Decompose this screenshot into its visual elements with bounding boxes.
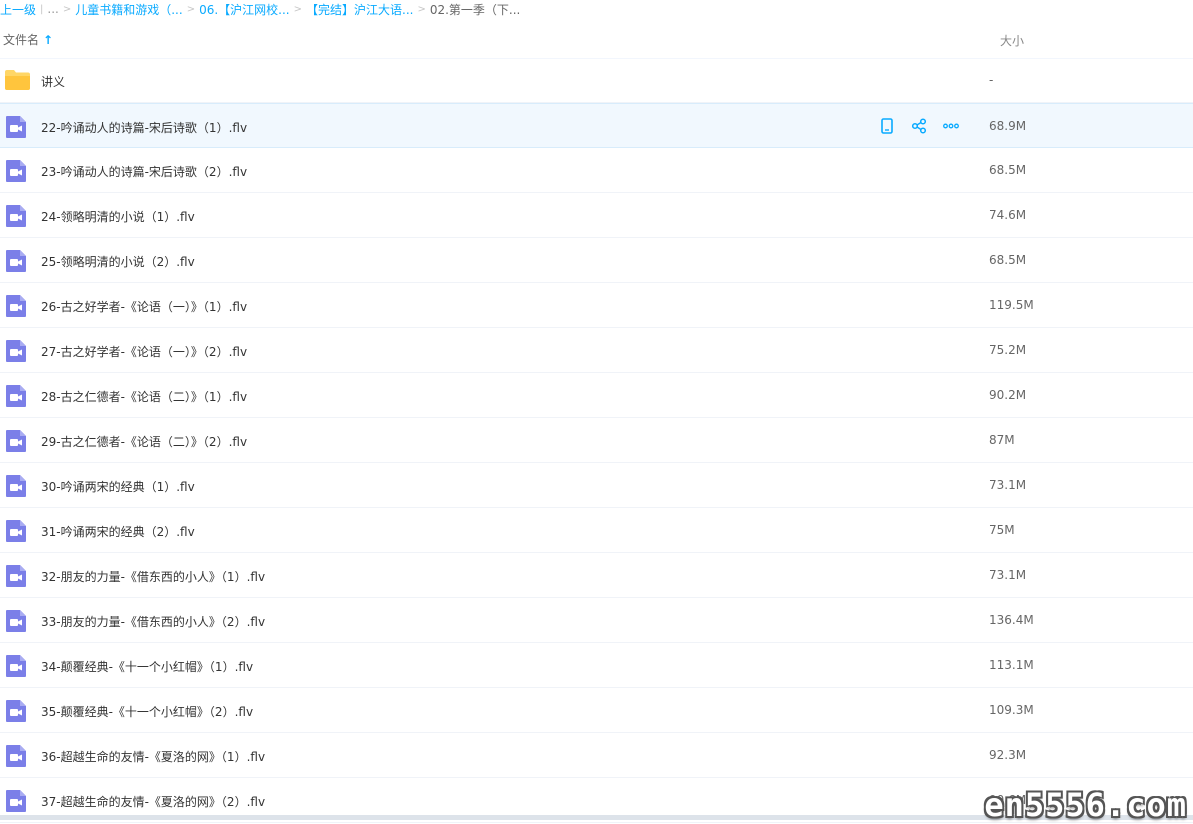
file-name[interactable]: 30-吟诵两宋的经典（1）.flv <box>41 478 195 495</box>
file-row[interactable]: 35-颠覆经典-《十一个小红帽》（2）.flv 109.3M <box>0 688 1193 733</box>
column-header-name-label: 文件名 <box>3 33 40 47</box>
file-size: 90.2M <box>989 388 1027 402</box>
chevron-right-icon: > <box>186 3 196 15</box>
chevron-right-icon: > <box>417 3 426 15</box>
row-actions <box>878 117 960 135</box>
file-size: 75.2M <box>989 343 1027 357</box>
file-row[interactable]: 25-领略明清的小说（2）.flv 68.5M <box>0 238 1193 283</box>
video-file-icon <box>5 609 29 632</box>
file-name[interactable]: 讲义 <box>41 73 65 90</box>
breadcrumb-item[interactable]: 儿童书籍和游戏（... <box>75 1 182 18</box>
breadcrumb-ellipsis[interactable]: ... <box>47 2 58 16</box>
file-size: 68.9M <box>989 119 1027 133</box>
file-name[interactable]: 23-吟诵动人的诗篇-宋后诗歌（2）.flv <box>41 163 247 180</box>
file-name[interactable]: 31-吟诵两宋的经典（2）.flv <box>41 523 195 540</box>
file-list-header: 文件名 ↑ 大小 <box>0 28 1193 59</box>
video-file-icon <box>5 654 29 677</box>
file-size: 109.3M <box>989 703 1034 717</box>
breadcrumb-item[interactable]: 06.【沪江网校... <box>199 1 290 18</box>
video-file-icon <box>5 115 29 138</box>
file-size: 73.1M <box>989 568 1027 582</box>
file-list: 讲义 - 22-吟诵动人的诗篇-宋后诗歌（1）.flv 68.9M 23-吟诵动人的诗篇… <box>0 58 1193 823</box>
file-row[interactable]: 22-吟诵动人的诗篇-宋后诗歌（1）.flv 68.9M <box>0 103 1193 148</box>
chevron-right-icon: > <box>293 3 302 15</box>
chevron-right-icon: > <box>62 3 72 15</box>
file-row[interactable]: 26-古之好学者-《论语（一）》（1）.flv 119.5M <box>0 283 1193 328</box>
more-icon[interactable] <box>942 117 960 135</box>
file-row[interactable]: 31-吟诵两宋的经典（2）.flv 75M <box>0 508 1193 553</box>
file-size: 75M <box>989 523 1015 537</box>
file-size: 87M <box>989 433 1015 447</box>
file-size: 136.4M <box>989 613 1034 627</box>
column-header-name[interactable]: 文件名 ↑ <box>3 31 53 48</box>
file-size: 68.5M <box>989 253 1027 267</box>
folder-icon <box>4 69 30 91</box>
file-size: 92.3M <box>989 748 1027 762</box>
file-row[interactable]: 32-朋友的力量-《借东西的小人》（1）.flv 73.1M <box>0 553 1193 598</box>
file-name[interactable]: 26-古之好学者-《论语（一）》（1）.flv <box>41 298 247 315</box>
file-name[interactable]: 24-领略明清的小说（1）.flv <box>41 208 195 225</box>
video-file-icon <box>5 159 29 182</box>
video-file-icon <box>5 429 29 452</box>
video-file-icon <box>5 339 29 362</box>
file-size: 74.6M <box>989 208 1027 222</box>
file-row[interactable]: 29-古之仁德者-《论语（二）》（2）.flv 87M <box>0 418 1193 463</box>
video-file-icon <box>5 564 29 587</box>
video-file-icon <box>5 699 29 722</box>
watermark: en5556.com <box>984 786 1187 824</box>
video-file-icon <box>5 519 29 542</box>
file-row[interactable]: 27-古之好学者-《论语（一）》（2）.flv 75.2M <box>0 328 1193 373</box>
file-row[interactable]: 28-古之仁德者-《论语（二）》（1）.flv 90.2M <box>0 373 1193 418</box>
breadcrumb-current: 02.第一季（下... <box>429 2 521 17</box>
column-header-size[interactable]: 大小 <box>1000 32 1024 49</box>
file-name[interactable]: 25-领略明清的小说（2）.flv <box>41 253 195 270</box>
file-name[interactable]: 37-超越生命的友情-《夏洛的网》（2）.flv <box>41 793 265 810</box>
file-name[interactable]: 22-吟诵动人的诗篇-宋后诗歌（1）.flv <box>41 119 247 136</box>
file-name[interactable]: 29-古之仁德者-《论语（二）》（2）.flv <box>41 433 247 450</box>
file-row[interactable]: 30-吟诵两宋的经典（1）.flv 73.1M <box>0 463 1193 508</box>
file-size: - <box>989 73 994 87</box>
video-file-icon <box>5 789 29 812</box>
file-name[interactable]: 36-超越生命的友情-《夏洛的网》（1）.flv <box>41 748 265 765</box>
folder-row[interactable]: 讲义 - <box>0 58 1193 103</box>
file-name[interactable]: 32-朋友的力量-《借东西的小人》（1）.flv <box>41 568 265 585</box>
file-row[interactable]: 34-颠覆经典-《十一个小红帽》（1）.flv 113.1M <box>0 643 1193 688</box>
file-size: 68.5M <box>989 163 1027 177</box>
file-size: 73.1M <box>989 478 1027 492</box>
file-row[interactable]: 23-吟诵动人的诗篇-宋后诗歌（2）.flv 68.5M <box>0 148 1193 193</box>
file-row[interactable]: 33-朋友的力量-《借东西的小人》（2）.flv 136.4M <box>0 598 1193 643</box>
file-name[interactable]: 33-朋友的力量-《借东西的小人》（2）.flv <box>41 613 265 630</box>
breadcrumb-item[interactable]: 【完结】沪江大语... <box>306 1 413 18</box>
video-file-icon <box>5 249 29 272</box>
sort-arrow-icon: ↑ <box>43 33 54 47</box>
file-name[interactable]: 35-颠覆经典-《十一个小红帽》（2）.flv <box>41 703 253 720</box>
breadcrumb-divider: | <box>40 3 44 15</box>
file-size: 119.5M <box>989 298 1034 312</box>
breadcrumb-back-link[interactable]: 上一级 <box>0 1 36 18</box>
video-file-icon <box>5 204 29 227</box>
phone-icon[interactable] <box>878 117 896 135</box>
video-file-icon <box>5 744 29 767</box>
video-file-icon <box>5 384 29 407</box>
video-file-icon <box>5 474 29 497</box>
file-size: 113.1M <box>989 658 1034 672</box>
file-row[interactable]: 36-超越生命的友情-《夏洛的网》（1）.flv 92.3M <box>0 733 1193 778</box>
file-name[interactable]: 27-古之好学者-《论语（一）》（2）.flv <box>41 343 247 360</box>
file-name[interactable]: 34-颠覆经典-《十一个小红帽》（1）.flv <box>41 658 253 675</box>
video-file-icon <box>5 294 29 317</box>
breadcrumb: 上一级 | ... > 儿童书籍和游戏（... > 06.【沪江网校... > … <box>0 0 1193 18</box>
file-row[interactable]: 24-领略明清的小说（1）.flv 74.6M <box>0 193 1193 238</box>
share-icon[interactable] <box>910 117 928 135</box>
file-name[interactable]: 28-古之仁德者-《论语（二）》（1）.flv <box>41 388 247 405</box>
